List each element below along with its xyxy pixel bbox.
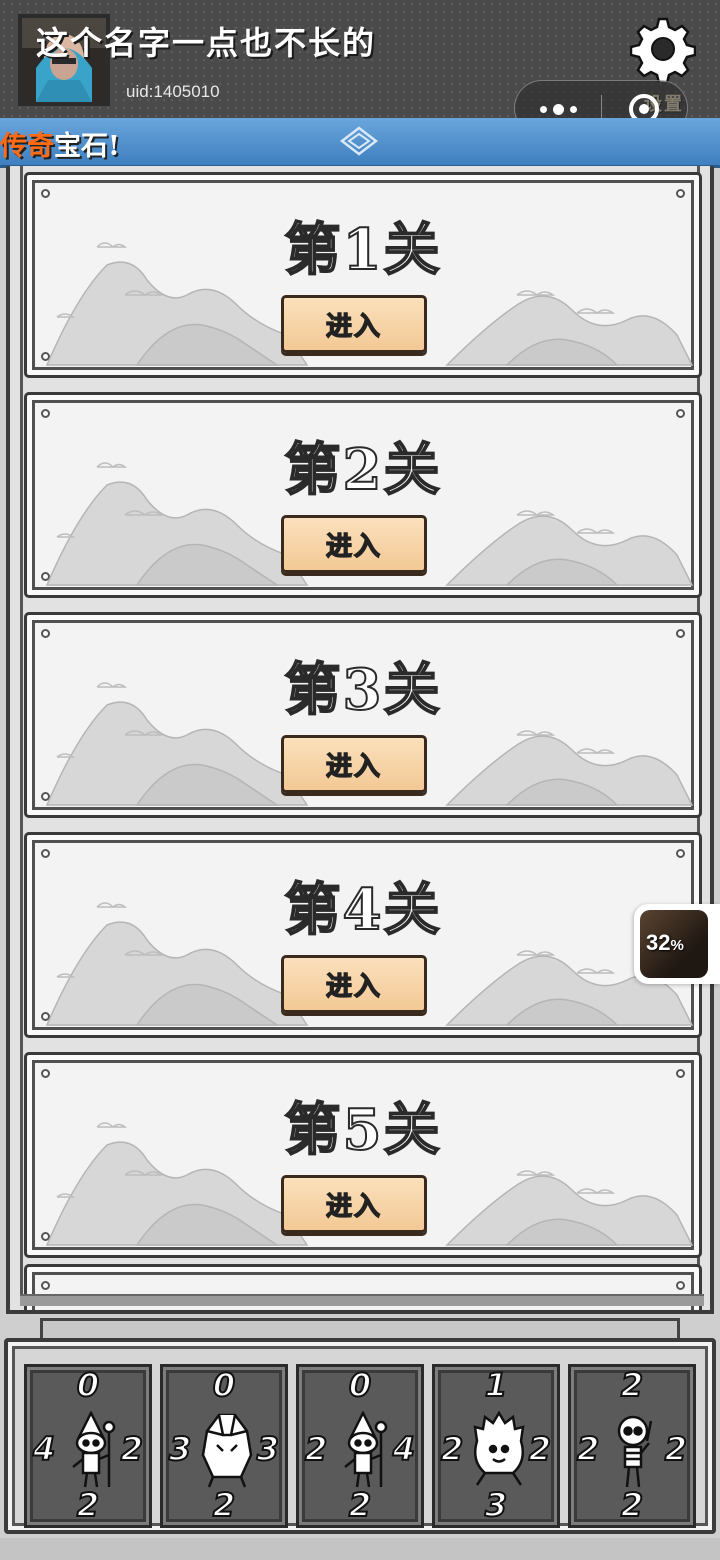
rivet xyxy=(41,629,50,638)
hand-ledge xyxy=(40,1318,680,1340)
card-stat-right: 2 xyxy=(120,1430,144,1468)
level-list[interactable]: 第1关 进入 第2关 进入 第3关 进入 第4关 进入 第5关 进入 xyxy=(6,166,714,1314)
card-hand: 04220332024212232222 xyxy=(4,1338,716,1534)
flame-spirit-icon xyxy=(473,1411,525,1486)
diamond-ornament-icon xyxy=(340,126,378,156)
rivet xyxy=(41,409,50,418)
card-stat-left: 2 xyxy=(304,1430,328,1468)
dot-icon xyxy=(539,105,547,113)
rivet xyxy=(676,189,685,198)
rivet xyxy=(676,849,685,858)
announcement-highlight: 传奇 xyxy=(0,131,54,162)
dot-icon xyxy=(552,103,564,115)
card-stat-top: 0 xyxy=(348,1366,372,1404)
enter-level-button[interactable]: 进入 xyxy=(281,1175,427,1233)
card-stat-right: 2 xyxy=(664,1430,688,1468)
card-stat-bottom: 2 xyxy=(76,1486,100,1524)
level-title: 第3关 xyxy=(284,656,442,724)
card-stat-right: 4 xyxy=(392,1430,416,1468)
progress-value: 32% xyxy=(646,930,684,956)
card-stat-bottom: 3 xyxy=(484,1486,508,1524)
top-bar: 这个名字一点也不长的 uid:1405010 设置 xyxy=(0,0,720,136)
level-card-3: 第3关 进入 xyxy=(24,612,702,818)
hand-card-3[interactable]: 0242 xyxy=(296,1364,424,1528)
card-stat-left: 2 xyxy=(440,1430,464,1468)
rivet xyxy=(676,409,685,418)
enter-level-button[interactable]: 进入 xyxy=(281,515,427,573)
rivet xyxy=(41,1069,50,1078)
enter-level-button[interactable]: 进入 xyxy=(281,295,427,353)
level-card-2: 第2关 进入 xyxy=(24,392,702,598)
dot-icon xyxy=(569,105,577,113)
hand-card-4[interactable]: 12 23 xyxy=(432,1364,560,1528)
card-stat-bottom: 2 xyxy=(212,1486,236,1524)
level-card-5: 第5关 进入 xyxy=(24,1052,702,1258)
announcement-rest: 宝石! xyxy=(54,131,120,162)
progress-number: 32 xyxy=(646,930,671,955)
card-stat-right: 3 xyxy=(256,1430,280,1468)
wizard-icon xyxy=(72,1411,116,1488)
rivet xyxy=(676,1281,685,1290)
hand-card-2[interactable]: 03 32 xyxy=(160,1364,288,1528)
card-stat-bottom: 2 xyxy=(620,1486,644,1524)
crystal-golem-icon xyxy=(201,1413,253,1488)
floating-progress-badge[interactable]: 32% xyxy=(634,904,720,984)
card-stat-top: 1 xyxy=(484,1366,508,1404)
wizard-icon xyxy=(344,1411,388,1488)
card-stat-bottom: 2 xyxy=(348,1486,372,1524)
player-name: 这个名字一点也不长的 xyxy=(36,24,377,62)
card-stat-left: 4 xyxy=(32,1430,56,1468)
rivet xyxy=(676,1069,685,1078)
rivet xyxy=(41,849,50,858)
skeleton-icon xyxy=(617,1415,653,1488)
progress-unit: % xyxy=(670,937,684,954)
enter-level-button[interactable]: 进入 xyxy=(281,955,427,1013)
hand-card-1[interactable]: 0422 xyxy=(24,1364,152,1528)
rivet xyxy=(41,189,50,198)
level-title: 第1关 xyxy=(284,216,442,284)
level-title: 第5关 xyxy=(284,1096,442,1164)
card-stat-right: 2 xyxy=(528,1430,552,1468)
board-bottom-strip xyxy=(20,1294,704,1306)
gear-icon xyxy=(630,17,696,82)
card-stat-top: 2 xyxy=(620,1366,644,1404)
rivet xyxy=(676,629,685,638)
level-card-partial xyxy=(24,1264,702,1310)
footer-strip xyxy=(0,1538,720,1560)
level-card-4: 第4关 进入 xyxy=(24,832,702,1038)
rivet xyxy=(41,1281,50,1290)
card-stat-top: 0 xyxy=(212,1366,236,1404)
announcement-banner: 传奇宝石! xyxy=(0,118,720,168)
level-title: 第4关 xyxy=(284,876,442,944)
level-card-1: 第1关 进入 xyxy=(24,172,702,378)
card-stat-left: 2 xyxy=(576,1430,600,1468)
hand-card-5[interactable]: 2222 xyxy=(568,1364,696,1528)
player-uid: uid:1405010 xyxy=(126,82,220,101)
announcement-text: 传奇宝石! xyxy=(0,124,120,163)
level-title: 第2关 xyxy=(284,436,442,504)
card-stat-top: 0 xyxy=(76,1366,100,1404)
card-stat-left: 3 xyxy=(168,1430,192,1468)
enter-level-button[interactable]: 进入 xyxy=(281,735,427,793)
